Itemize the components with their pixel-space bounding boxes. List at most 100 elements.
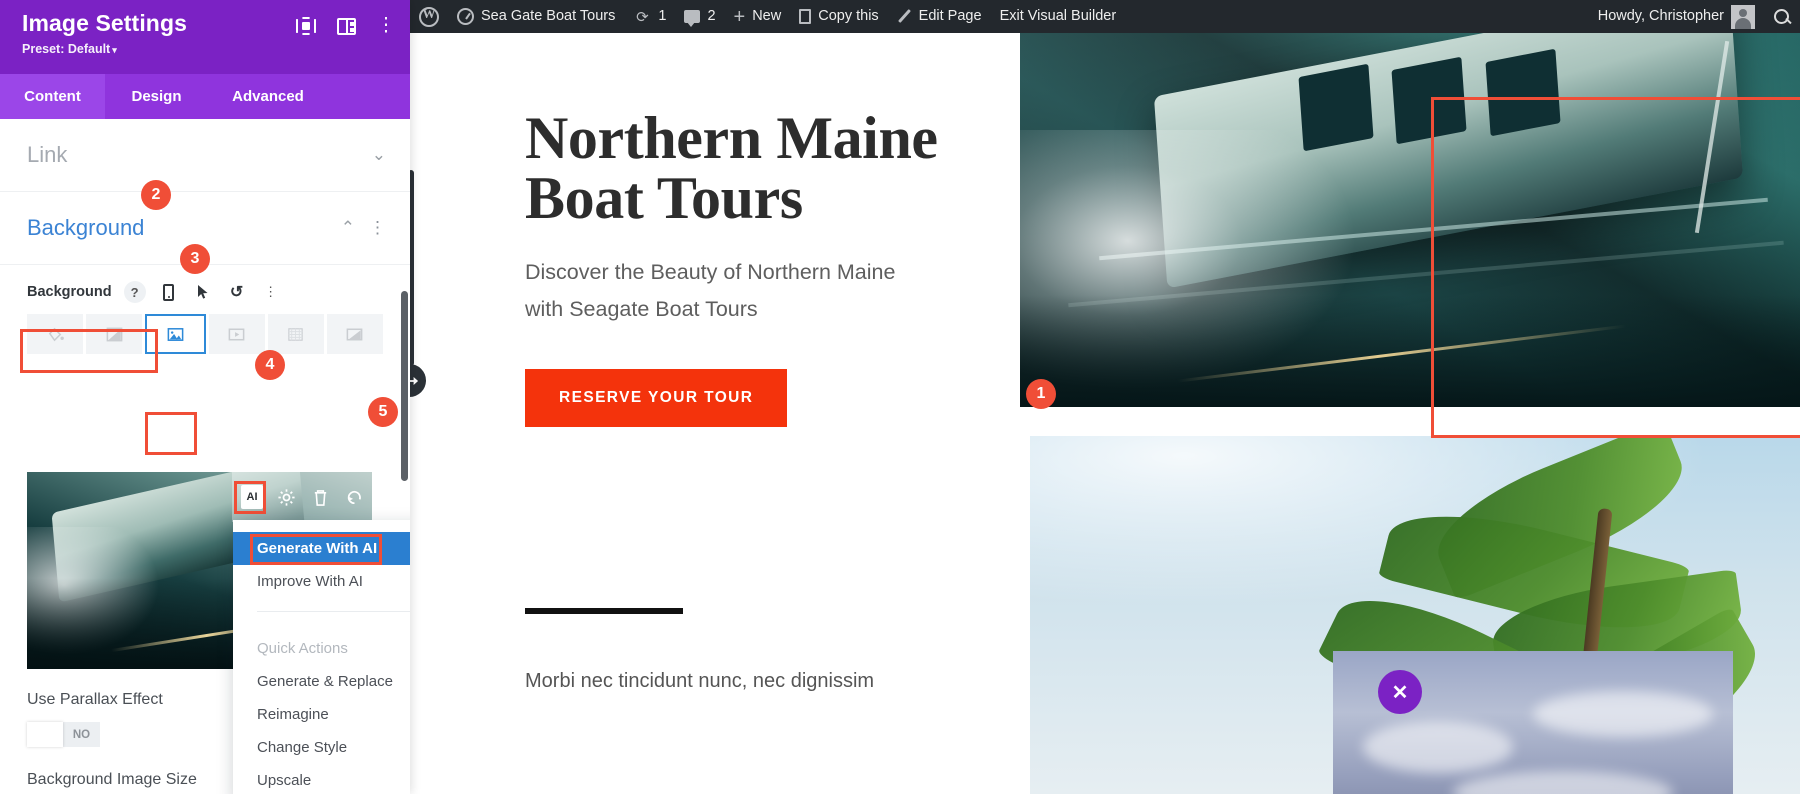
tab-design[interactable]: Design <box>105 74 208 119</box>
cloud-shape <box>1363 721 1513 773</box>
menu-item-label: Change Style <box>257 739 348 756</box>
panel-header-actions: ⋮ <box>296 16 396 36</box>
page-subtitle-line2: with Seagate Boat Tours <box>525 297 758 322</box>
tab-advanced[interactable]: Advanced <box>208 74 328 119</box>
chevron-down-icon: ▾ <box>112 45 117 55</box>
step-badge-2: 2 <box>141 180 171 210</box>
cloud-shape <box>1453 771 1673 794</box>
panel-options-kebab-icon[interactable]: ⋮ <box>376 16 396 36</box>
toggle-value-label: NO <box>72 728 91 741</box>
comments-menu[interactable]: 2 <box>675 0 724 33</box>
background-pattern-button[interactable] <box>267 314 324 354</box>
paint-bucket-icon <box>48 327 64 341</box>
section-background-controls: ⌃ ⋮ <box>341 218 386 238</box>
image-icon <box>167 327 184 341</box>
menu-item-reimagine[interactable]: Reimagine <box>233 698 410 731</box>
reserve-your-tour-button[interactable]: RESERVE YOUR TOUR <box>525 368 788 427</box>
pattern-icon <box>288 327 303 341</box>
wordpress-admin-bar: Sea Gate Boat Tours ⟳ 1 2 + New Copy thi… <box>410 0 1800 33</box>
section-background-label: Background <box>27 215 145 240</box>
reset-undo-icon[interactable] <box>341 484 367 510</box>
highlight-background-image-type <box>145 412 197 455</box>
chevron-up-icon[interactable]: ⌃ <box>341 218 355 238</box>
field-options-kebab-icon[interactable]: ⋮ <box>260 281 282 303</box>
ai-button[interactable]: AI <box>239 484 265 510</box>
background-gradient-button[interactable] <box>86 314 143 354</box>
plus-icon: + <box>733 5 746 28</box>
exit-visual-builder-menu[interactable]: Exit Visual Builder <box>991 0 1126 33</box>
panel-body: Link ⌄ Background ⌃ ⋮ Background ? ↺ ⋮ A… <box>0 119 410 794</box>
account-menu[interactable]: Howdy, Christopher <box>1589 0 1764 33</box>
updates-menu[interactable]: ⟳ 1 <box>624 0 675 33</box>
delete-trash-icon[interactable] <box>307 484 333 510</box>
background-image-button[interactable] <box>145 314 206 354</box>
mask-icon <box>347 328 363 340</box>
body-paragraph: Morbi nec tincidunt nunc, nec dignissim <box>525 670 875 692</box>
gradient-icon <box>106 327 123 341</box>
new-label: New <box>752 8 782 25</box>
video-play-icon <box>228 328 245 340</box>
edit-page-label: Edit Page <box>918 8 982 25</box>
panel-preset-selector[interactable]: Preset: Default ▾ <box>22 42 390 56</box>
background-type-buttons <box>27 314 384 354</box>
reset-undo-icon[interactable]: ↺ <box>226 281 248 303</box>
tab-content[interactable]: Content <box>0 74 105 119</box>
page-canvas: Northern Maine Boat Tours Discover the B… <box>410 33 1800 794</box>
close-icon[interactable]: ✕ <box>1378 670 1422 714</box>
copy-this-menu[interactable]: Copy this <box>790 0 887 33</box>
panel-scrollbar[interactable] <box>401 291 408 481</box>
settings-gear-icon[interactable] <box>273 484 299 510</box>
edit-page-menu[interactable]: Edit Page <box>888 0 991 33</box>
background-mask-button[interactable] <box>326 314 384 354</box>
step-badge-3: 3 <box>180 244 210 274</box>
boat-window <box>1485 49 1561 137</box>
page-subtitle-line1: Discover the Beauty of Northern Maine <box>525 260 896 284</box>
mobile-device-icon[interactable] <box>158 281 180 303</box>
cursor-glyph <box>197 285 208 299</box>
wordpress-logo-menu[interactable] <box>410 0 448 33</box>
step-badge-1: 1 <box>1026 379 1056 409</box>
toggle-knob <box>27 722 63 747</box>
section-link[interactable]: Link ⌄ <box>0 119 410 192</box>
use-parallax-effect-toggle[interactable]: NO <box>27 722 100 747</box>
background-color-button[interactable] <box>27 314 84 354</box>
step-badge-4: 4 <box>255 350 285 380</box>
panel-layout-icon[interactable] <box>336 16 356 36</box>
site-name-label: Sea Gate Boat Tours <box>481 8 616 25</box>
menu-item-improve-with-ai[interactable]: Improve With AI <box>233 565 410 598</box>
section-link-controls: ⌄ <box>372 145 386 165</box>
visual-builder-screen: Northern Maine Boat Tours Discover the B… <box>0 0 1800 794</box>
chevron-down-icon[interactable]: ⌄ <box>372 145 386 165</box>
menu-item-generate-with-ai[interactable]: Generate With AI <box>233 532 410 565</box>
menu-item-label: Upscale <box>257 772 312 789</box>
hero-boat-image[interactable] <box>1020 33 1800 407</box>
new-content-menu[interactable]: + New <box>725 0 791 33</box>
wordpress-logo-icon <box>419 6 439 27</box>
updates-refresh-icon: ⟳ <box>636 8 649 26</box>
exit-visual-builder-label: Exit Visual Builder <box>999 8 1117 25</box>
help-icon[interactable]: ? <box>123 281 146 303</box>
background-video-button[interactable] <box>208 314 265 354</box>
search-icon <box>1773 8 1791 26</box>
divider-rule <box>525 608 683 614</box>
boat-window <box>1391 56 1468 145</box>
cloud-shape <box>1533 691 1713 737</box>
dashboard-gauge-icon <box>457 8 474 25</box>
menu-item-change-style[interactable]: Change Style ▶ <box>233 731 410 764</box>
hover-pointer-icon[interactable] <box>192 281 214 303</box>
menu-item-generate-and-replace[interactable]: Generate & Replace <box>233 665 410 698</box>
site-name-menu[interactable]: Sea Gate Boat Tours <box>448 0 624 33</box>
user-avatar-icon <box>1731 4 1755 29</box>
section-options-kebab-icon[interactable]: ⋮ <box>369 219 386 236</box>
image-settings-panel: Image Settings Preset: Default ▾ ⋮ Conten… <box>0 0 410 794</box>
updates-count: 1 <box>658 8 667 25</box>
hero-text-block: Northern Maine Boat Tours Discover the B… <box>525 108 995 427</box>
ai-chip-label: AI <box>241 485 263 509</box>
copy-document-icon <box>799 9 812 24</box>
search-button[interactable] <box>1764 0 1800 33</box>
preset-label: Preset: Default <box>22 42 111 56</box>
menu-group-quick-actions: Quick Actions <box>257 640 348 657</box>
focus-target-icon[interactable] <box>296 16 316 36</box>
menu-item-upscale[interactable]: Upscale ▶ <box>233 764 410 794</box>
panel-tabs: Content Design Advanced <box>0 74 410 119</box>
